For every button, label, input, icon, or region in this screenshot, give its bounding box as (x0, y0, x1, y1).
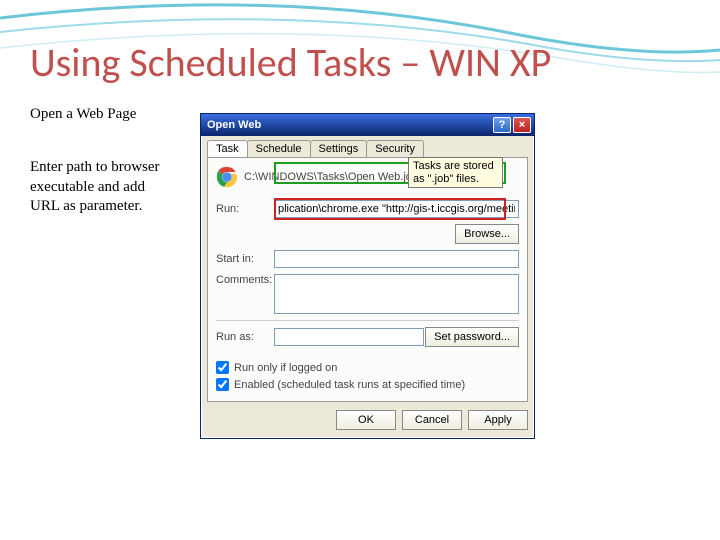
runas-label: Run as: (216, 331, 274, 343)
enabled-label: Enabled (scheduled task runs at specifie… (234, 379, 465, 391)
titlebar: Open Web ? × (201, 114, 534, 136)
tab-settings[interactable]: Settings (310, 140, 368, 157)
dialog-title: Open Web (207, 119, 491, 131)
callout-tasks-stored: Tasks are stored as ".job" files. (408, 157, 503, 188)
tab-schedule[interactable]: Schedule (247, 140, 311, 157)
button-row: OK Cancel Apply (201, 402, 534, 438)
browse-button[interactable]: Browse... (455, 224, 519, 244)
comments-input[interactable] (274, 274, 519, 314)
run-only-logged-on-label: Run only if logged on (234, 362, 337, 374)
tab-body: C:\WINDOWS\Tasks\Open Web.job Run: Brows… (207, 157, 528, 402)
cancel-button[interactable]: Cancel (402, 410, 462, 430)
tab-task[interactable]: Task (207, 140, 248, 157)
apply-button[interactable]: Apply (468, 410, 528, 430)
slide-subtitle: Open a Web Page (30, 106, 136, 123)
run-only-logged-on-checkbox[interactable] (216, 361, 229, 374)
help-button[interactable]: ? (493, 117, 511, 133)
divider (216, 320, 519, 321)
slide-title: Using Scheduled Tasks – WIN XP (30, 38, 551, 87)
runas-input[interactable] (274, 328, 424, 346)
startin-label: Start in: (216, 253, 274, 265)
tabstrip: Task Schedule Settings Security (201, 136, 534, 157)
run-label: Run: (216, 203, 274, 215)
comments-label: Comments: (216, 274, 274, 286)
close-button[interactable]: × (513, 117, 531, 133)
tab-security[interactable]: Security (366, 140, 424, 157)
run-input[interactable] (274, 200, 519, 218)
enabled-checkbox[interactable] (216, 378, 229, 391)
ok-button[interactable]: OK (336, 410, 396, 430)
chrome-icon (216, 166, 238, 188)
slide-instruction: Enter path to browser executable and add… (30, 158, 160, 217)
set-password-button[interactable]: Set password... (425, 327, 519, 347)
startin-input[interactable] (274, 250, 519, 268)
task-path-label: C:\WINDOWS\Tasks\Open Web.job (244, 171, 418, 183)
